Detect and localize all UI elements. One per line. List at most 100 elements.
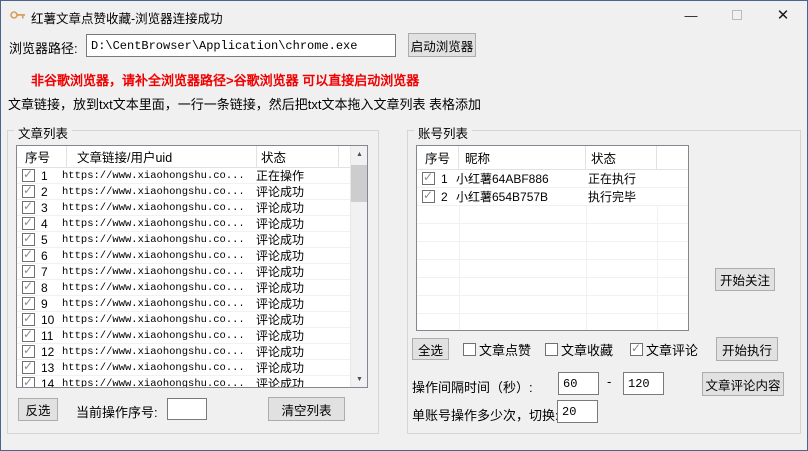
row-checkbox[interactable] (22, 375, 35, 387)
row-checkbox[interactable] (22, 263, 35, 278)
table-row[interactable]: 5 https://www.xiaohongshu.co... 评论成功 (17, 231, 352, 248)
browser-path-input[interactable] (86, 34, 396, 57)
row-checkbox[interactable] (22, 295, 35, 310)
interval-min-input[interactable] (558, 372, 599, 395)
collect-label: 文章收藏 (561, 343, 614, 358)
row-link: https://www.xiaohongshu.co... (62, 249, 245, 262)
row-status: 评论成功 (256, 313, 305, 327)
select-all-button[interactable]: 全选 (412, 338, 449, 360)
row-number: 1 (441, 171, 448, 186)
row-link: https://www.xiaohongshu.co... (62, 345, 245, 358)
table-row[interactable]: 1 https://www.xiaohongshu.co... 正在操作 (17, 167, 352, 184)
minimize-button[interactable]: — (668, 1, 714, 29)
row-link: https://www.xiaohongshu.co... (62, 169, 245, 182)
scrollbar-thumb[interactable] (351, 165, 367, 202)
row-status: 评论成功 (256, 345, 305, 359)
table-row[interactable]: 12 https://www.xiaohongshu.co... 评论成功 (17, 343, 352, 360)
row-status: 评论成功 (256, 217, 305, 231)
row-checkbox[interactable] (22, 359, 35, 374)
row-number: 2 (441, 189, 448, 204)
row-checkbox[interactable] (422, 188, 435, 203)
account-col-nickname[interactable]: 昵称 (459, 146, 586, 170)
row-status: 正在执行 (588, 172, 637, 186)
row-link: https://www.xiaohongshu.co... (62, 185, 245, 198)
scroll-down-icon[interactable]: ▼ (351, 371, 367, 387)
row-checkbox[interactable] (22, 247, 35, 262)
row-status: 评论成功 (256, 297, 305, 311)
table-row[interactable]: 4 https://www.xiaohongshu.co... 评论成功 (17, 215, 352, 232)
clear-list-button[interactable]: 清空列表 (268, 397, 345, 421)
table-row[interactable]: 13 https://www.xiaohongshu.co... 评论成功 (17, 359, 352, 376)
launch-browser-button[interactable]: 启动浏览器 (408, 33, 476, 57)
article-group-title: 文章列表 (14, 123, 73, 142)
table-row[interactable]: 6 https://www.xiaohongshu.co... 评论成功 (17, 247, 352, 264)
row-checkbox[interactable] (22, 231, 35, 246)
current-index-label: 当前操作序号: (76, 405, 158, 420)
switch-count-input[interactable] (557, 400, 598, 423)
start-execute-button[interactable]: 开始执行 (716, 337, 778, 361)
row-checkbox[interactable] (22, 167, 35, 182)
table-row[interactable]: 7 https://www.xiaohongshu.co... 评论成功 (17, 263, 352, 280)
row-checkbox[interactable] (22, 199, 35, 214)
row-link: https://www.xiaohongshu.co... (62, 233, 245, 246)
collect-checkbox[interactable] (545, 343, 558, 356)
table-row[interactable]: 10 https://www.xiaohongshu.co... 评论成功 (17, 311, 352, 328)
interval-max-input[interactable] (623, 372, 664, 395)
article-col-status[interactable]: 状态 (257, 146, 339, 168)
row-checkbox[interactable] (22, 343, 35, 358)
browser-path-label: 浏览器路径: (9, 41, 78, 56)
table-row[interactable]: 2 https://www.xiaohongshu.co... 评论成功 (17, 183, 352, 200)
table-row[interactable]: 1 小红薯64ABF886 正在执行 (417, 170, 688, 188)
close-button[interactable]: ✕ (760, 1, 806, 29)
table-row[interactable]: 14 https://www.xiaohongshu.co... 评论成功 (17, 375, 352, 388)
row-number: 14 (41, 376, 55, 388)
table-row[interactable]: 11 https://www.xiaohongshu.co... 评论成功 (17, 327, 352, 344)
invert-selection-button[interactable]: 反选 (18, 398, 58, 421)
row-status: 评论成功 (256, 329, 305, 343)
row-link: https://www.xiaohongshu.co... (62, 329, 245, 342)
row-checkbox[interactable] (22, 215, 35, 230)
row-link: https://www.xiaohongshu.co... (62, 281, 245, 294)
option-comment-article[interactable]: 文章评论 (630, 340, 698, 359)
row-link: https://www.xiaohongshu.co... (62, 265, 245, 278)
maximize-button[interactable] (714, 1, 760, 29)
switch-count-label: 单账号操作多少次，切换: (412, 408, 559, 423)
row-nickname: 小红薯654B757B (456, 190, 549, 204)
table-row[interactable]: 9 https://www.xiaohongshu.co... 评论成功 (17, 295, 352, 312)
row-checkbox[interactable] (22, 311, 35, 326)
row-status: 评论成功 (256, 249, 305, 263)
interval-label: 操作间隔时间（秒）: (412, 380, 533, 395)
row-checkbox[interactable] (22, 279, 35, 294)
comment-content-button[interactable]: 文章评论内容 (702, 372, 784, 396)
row-checkbox[interactable] (22, 183, 35, 198)
current-index-input[interactable] (167, 398, 207, 420)
table-row[interactable]: 8 https://www.xiaohongshu.co... 评论成功 (17, 279, 352, 296)
like-checkbox[interactable] (463, 343, 476, 356)
row-checkbox[interactable] (422, 170, 435, 185)
minimize-icon: — (684, 7, 698, 23)
table-row[interactable]: 3 https://www.xiaohongshu.co... 评论成功 (17, 199, 352, 216)
article-col-link[interactable]: 文章链接/用户uid (67, 146, 257, 168)
start-follow-button[interactable]: 开始关注 (715, 268, 775, 291)
row-link: https://www.xiaohongshu.co... (62, 313, 245, 326)
scroll-up-icon[interactable]: ▲ (351, 146, 367, 162)
close-icon: ✕ (776, 7, 790, 24)
comment-checkbox[interactable] (630, 341, 643, 356)
row-link: https://www.xiaohongshu.co... (62, 201, 245, 214)
option-like-article[interactable]: 文章点赞 (463, 340, 531, 359)
option-collect-article[interactable]: 文章收藏 (545, 340, 613, 359)
article-list-scrollbar[interactable]: ▲ ▼ (350, 146, 367, 387)
account-col-num[interactable]: 序号 (417, 146, 459, 170)
account-list-header: 序号 昵称 状态 (417, 146, 688, 170)
table-row[interactable]: 2 小红薯654B757B 执行完毕 (417, 188, 688, 206)
row-checkbox[interactable] (22, 327, 35, 342)
row-status: 评论成功 (256, 281, 305, 295)
row-status: 正在操作 (256, 169, 305, 183)
article-list-header: 序号 文章链接/用户uid 状态 (17, 146, 367, 168)
window-title: 红薯文章点赞收藏-浏览器连接成功 (31, 12, 223, 26)
instruction-text: 文章链接，放到txt文本里面，一行一条链接，然后把txt文本拖入文章列表 表格添… (8, 97, 482, 112)
row-number: 13 (41, 360, 55, 375)
row-status: 评论成功 (256, 265, 305, 279)
account-col-status[interactable]: 状态 (586, 146, 657, 170)
article-col-num[interactable]: 序号 (17, 146, 67, 168)
